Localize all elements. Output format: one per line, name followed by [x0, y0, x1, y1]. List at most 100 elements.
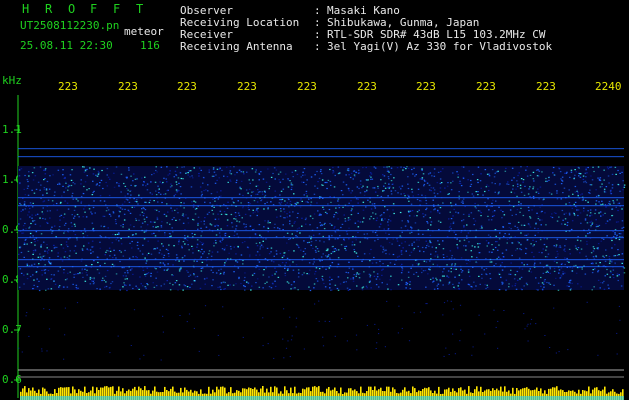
noise-speck — [203, 223, 206, 225]
noise-speck — [351, 244, 354, 246]
noise-speck — [316, 227, 319, 229]
noise-speck — [607, 168, 610, 170]
noise-speck — [341, 223, 344, 225]
noise-speck — [324, 222, 326, 224]
noise-speck — [32, 252, 35, 254]
noise-speck — [240, 202, 242, 204]
noise-speck — [411, 168, 413, 171]
noise-speck — [43, 187, 46, 189]
noise-speck — [339, 172, 341, 174]
noise-speck — [450, 218, 453, 220]
noise-speck — [585, 199, 587, 202]
noise-speck — [23, 203, 26, 205]
noise-speck — [242, 207, 244, 209]
noise-speck — [296, 173, 299, 175]
noise-speck — [175, 219, 177, 221]
noise-speck — [346, 340, 348, 342]
noise-speck — [68, 255, 71, 257]
noise-speck — [487, 242, 490, 244]
noise-speck — [154, 248, 156, 250]
noise-speck — [498, 238, 501, 240]
noise-speck — [280, 210, 282, 212]
noise-speck — [374, 167, 377, 169]
noise-speck — [517, 241, 519, 243]
noise-speck — [358, 277, 361, 279]
noise-speck — [41, 350, 43, 352]
noise-speck — [305, 223, 307, 225]
signal-bar-base — [20, 396, 624, 400]
noise-speck — [436, 285, 438, 287]
noise-speck — [39, 256, 42, 258]
noise-speck — [256, 278, 259, 280]
noise-speck — [173, 217, 175, 219]
noise-speck — [150, 275, 152, 277]
noise-speck — [301, 274, 304, 276]
noise-speck — [114, 219, 117, 221]
noise-speck — [29, 275, 32, 278]
noise-speck — [200, 270, 203, 272]
noise-speck — [403, 193, 405, 195]
noise-speck — [566, 260, 569, 263]
noise-speck — [308, 273, 310, 275]
noise-speck — [598, 212, 600, 214]
noise-speck — [292, 261, 294, 263]
noise-speck — [261, 191, 263, 193]
noise-speck — [190, 186, 193, 188]
noise-speck — [237, 245, 239, 248]
noise-speck — [287, 186, 290, 188]
noise-speck — [390, 167, 393, 169]
noise-speck — [593, 286, 595, 288]
noise-speck — [125, 198, 128, 200]
noise-speck — [368, 253, 371, 255]
noise-speck — [46, 192, 48, 194]
noise-speck — [22, 232, 25, 234]
noise-speck — [136, 257, 138, 259]
carrier-streak — [18, 197, 624, 199]
noise-speck — [284, 272, 286, 274]
noise-speck — [62, 174, 64, 176]
noise-speck — [595, 200, 598, 202]
noise-speck — [146, 189, 149, 191]
noise-speck — [543, 243, 546, 246]
noise-speck — [479, 210, 481, 212]
noise-speck — [354, 222, 357, 224]
noise-speck — [370, 178, 372, 180]
noise-speck — [49, 217, 51, 219]
noise-speck — [457, 176, 459, 178]
noise-speck — [152, 282, 154, 284]
noise-speck — [589, 189, 591, 191]
noise-speck — [390, 190, 393, 192]
noise-speck — [448, 193, 450, 195]
noise-speck — [296, 228, 299, 230]
noise-speck — [265, 267, 267, 269]
noise-speck — [387, 288, 389, 290]
noise-speck — [356, 186, 359, 188]
noise-speck — [226, 244, 228, 246]
noise-speck — [352, 268, 354, 270]
noise-speck — [128, 169, 130, 171]
noise-speck — [427, 243, 429, 245]
noise-speck — [571, 207, 574, 209]
noise-speck — [31, 264, 33, 266]
noise-speck — [318, 177, 321, 179]
noise-speck — [118, 206, 120, 208]
noise-speck — [357, 255, 359, 257]
noise-speck — [274, 178, 276, 180]
noise-speck — [289, 200, 292, 202]
noise-speck — [233, 271, 235, 273]
noise-speck — [480, 212, 482, 214]
noise-speck — [212, 167, 215, 169]
noise-speck — [277, 173, 280, 175]
noise-speck — [317, 210, 319, 212]
noise-speck — [525, 282, 528, 284]
noise-speck — [525, 252, 527, 255]
noise-speck — [586, 240, 588, 243]
noise-speck — [300, 176, 302, 178]
noise-speck — [288, 250, 290, 252]
noise-speck — [537, 169, 539, 171]
noise-speck — [66, 286, 69, 288]
noise-speck — [128, 257, 131, 259]
noise-speck — [74, 234, 77, 236]
noise-speck — [328, 321, 331, 322]
noise-speck — [182, 289, 184, 291]
